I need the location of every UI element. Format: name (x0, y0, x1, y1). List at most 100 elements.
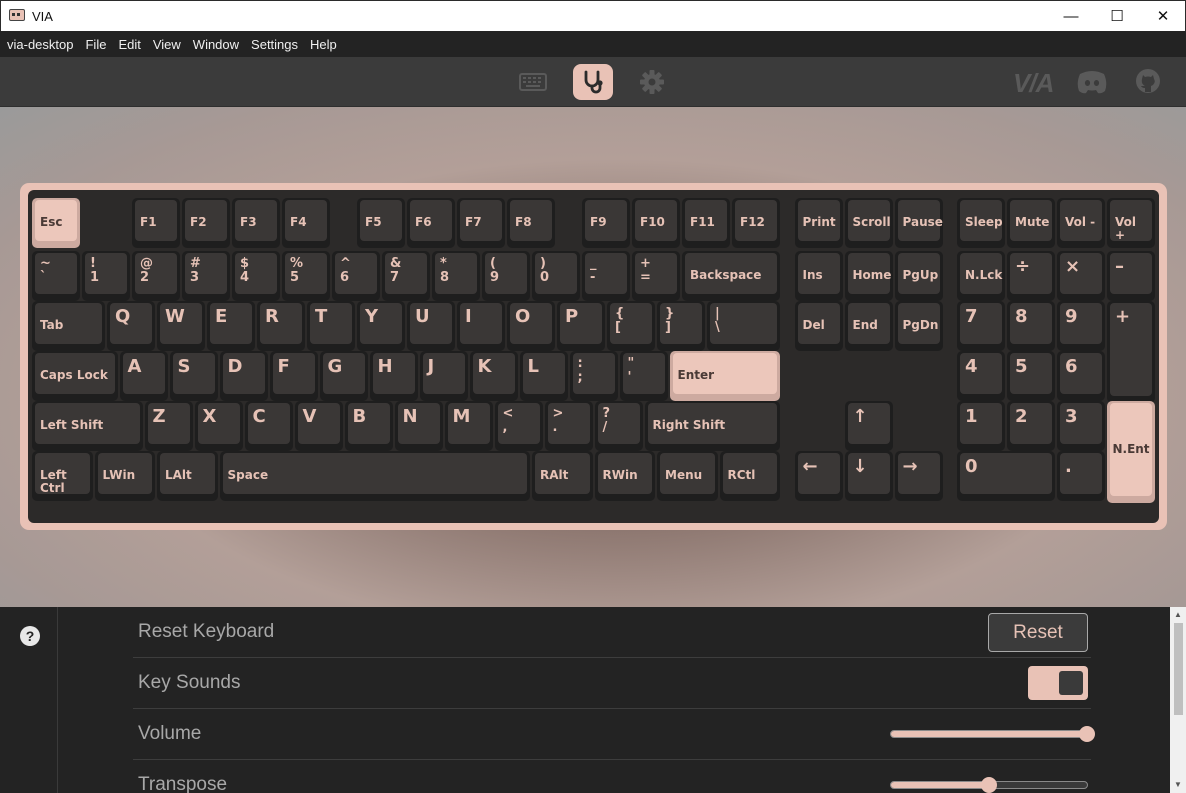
key-x[interactable]: X (194, 400, 243, 451)
key-1[interactable]: 1 (957, 400, 1005, 451)
key-left-ctrl[interactable]: Left Ctrl (32, 450, 93, 501)
key-pause[interactable]: Pause (894, 198, 943, 248)
key-esc[interactable]: Esc (32, 198, 80, 248)
key-[interactable]: ~ ` (32, 250, 80, 301)
key-p[interactable]: P (557, 300, 605, 351)
key-7[interactable]: 7 (957, 300, 1005, 351)
key-[interactable]: ↓ (844, 450, 893, 501)
minimize-button[interactable]: — (1048, 1, 1094, 31)
key-2[interactable]: 2 (1007, 400, 1055, 451)
key-3[interactable]: 3 (1057, 400, 1105, 451)
key-mute[interactable]: Mute (1007, 198, 1055, 248)
key-t[interactable]: T (307, 300, 355, 351)
key-[interactable]: " ' (619, 350, 668, 401)
key-f10[interactable]: F10 (632, 198, 680, 248)
key-6[interactable]: 6 (1057, 350, 1105, 401)
key-k[interactable]: K (469, 350, 518, 401)
key-5[interactable]: % 5 (282, 250, 330, 301)
menu-window[interactable]: Window (193, 37, 239, 52)
maximize-button[interactable]: ☐ (1094, 1, 1140, 31)
key-[interactable]: ← (794, 450, 843, 501)
key-e[interactable]: E (207, 300, 255, 351)
key-vol[interactable]: Vol - (1057, 198, 1105, 248)
key-print[interactable]: Print (794, 198, 843, 248)
key-[interactable]: – (1107, 250, 1155, 301)
key-f[interactable]: F (269, 350, 318, 401)
key-f8[interactable]: F8 (507, 198, 555, 248)
key-[interactable]: _ - (582, 250, 630, 301)
key-i[interactable]: I (457, 300, 505, 351)
key-7[interactable]: & 7 (382, 250, 430, 301)
settings-nav-button[interactable] (632, 64, 672, 100)
key-2[interactable]: @2 (132, 250, 180, 301)
menu-via-desktop[interactable]: via-desktop (7, 37, 73, 52)
key-s[interactable]: S (169, 350, 218, 401)
volume-slider-thumb[interactable] (1079, 726, 1095, 742)
configure-nav-button[interactable] (513, 64, 553, 100)
key-6[interactable]: ^ 6 (332, 250, 380, 301)
key-z[interactable]: Z (144, 400, 193, 451)
key-ralt[interactable]: RAlt (532, 450, 593, 501)
key-[interactable]: <, (494, 400, 543, 451)
key-1[interactable]: ! 1 (82, 250, 130, 301)
key-[interactable]: }] (657, 300, 705, 351)
key-8[interactable]: 8 (1007, 300, 1055, 351)
key-u[interactable]: U (407, 300, 455, 351)
key-scroll[interactable]: Scroll (844, 198, 893, 248)
menu-view[interactable]: View (153, 37, 181, 52)
key-4[interactable]: 4 (957, 350, 1005, 401)
key-f1[interactable]: F1 (132, 198, 180, 248)
transpose-slider[interactable] (890, 777, 1088, 793)
key-[interactable]: + = (632, 250, 680, 301)
key-v[interactable]: V (294, 400, 343, 451)
key-f6[interactable]: F6 (407, 198, 455, 248)
key-pgdn[interactable]: PgDn (894, 300, 943, 351)
key-m[interactable]: M (444, 400, 493, 451)
key-[interactable]: ? / (594, 400, 643, 451)
key-[interactable]: ↑ (844, 400, 893, 451)
key-a[interactable]: A (119, 350, 168, 401)
scrollbar-thumb[interactable] (1174, 623, 1183, 715)
reset-button[interactable]: Reset (988, 613, 1088, 652)
key-j[interactable]: J (419, 350, 468, 401)
key-b[interactable]: B (344, 400, 393, 451)
transpose-slider-thumb[interactable] (981, 777, 997, 793)
key-left-shift[interactable]: Left Shift (32, 400, 143, 451)
key-menu[interactable]: Menu (657, 450, 718, 501)
discord-link[interactable] (1076, 69, 1108, 100)
key-5[interactable]: 5 (1007, 350, 1055, 401)
scroll-up-arrow[interactable]: ▲ (1170, 608, 1186, 622)
key-f3[interactable]: F3 (232, 198, 280, 248)
key-n-ent[interactable]: N.Ent (1107, 400, 1155, 503)
key-o[interactable]: O (507, 300, 555, 351)
key-f7[interactable]: F7 (457, 198, 505, 248)
key-[interactable]: + (1107, 300, 1155, 403)
key-[interactable]: × (1057, 250, 1105, 301)
key-rwin[interactable]: RWin (594, 450, 655, 501)
key-f11[interactable]: F11 (682, 198, 730, 248)
key-[interactable]: {[ (607, 300, 655, 351)
menu-edit[interactable]: Edit (118, 37, 140, 52)
key-y[interactable]: Y (357, 300, 405, 351)
menu-file[interactable]: File (85, 37, 106, 52)
key-del[interactable]: Del (794, 300, 843, 351)
scroll-down-arrow[interactable]: ▼ (1170, 778, 1186, 792)
github-link[interactable] (1135, 68, 1161, 99)
menu-help[interactable]: Help (310, 37, 337, 52)
key-q[interactable]: Q (107, 300, 155, 351)
key-f2[interactable]: F2 (182, 198, 230, 248)
key-g[interactable]: G (319, 350, 368, 401)
key-f12[interactable]: F12 (732, 198, 780, 248)
key-sounds-toggle[interactable] (1028, 666, 1088, 700)
key-3[interactable]: #3 (182, 250, 230, 301)
key-rctl[interactable]: RCtl (719, 450, 780, 501)
key-end[interactable]: End (844, 300, 893, 351)
key-right-shift[interactable]: Right Shift (644, 400, 780, 451)
key-4[interactable]: $4 (232, 250, 280, 301)
key-home[interactable]: Home (844, 250, 893, 301)
key-[interactable]: >. (544, 400, 593, 451)
key-lwin[interactable]: LWin (94, 450, 155, 501)
key-f5[interactable]: F5 (357, 198, 405, 248)
key-backspace[interactable]: Backspace (682, 250, 780, 301)
key-f9[interactable]: F9 (582, 198, 630, 248)
